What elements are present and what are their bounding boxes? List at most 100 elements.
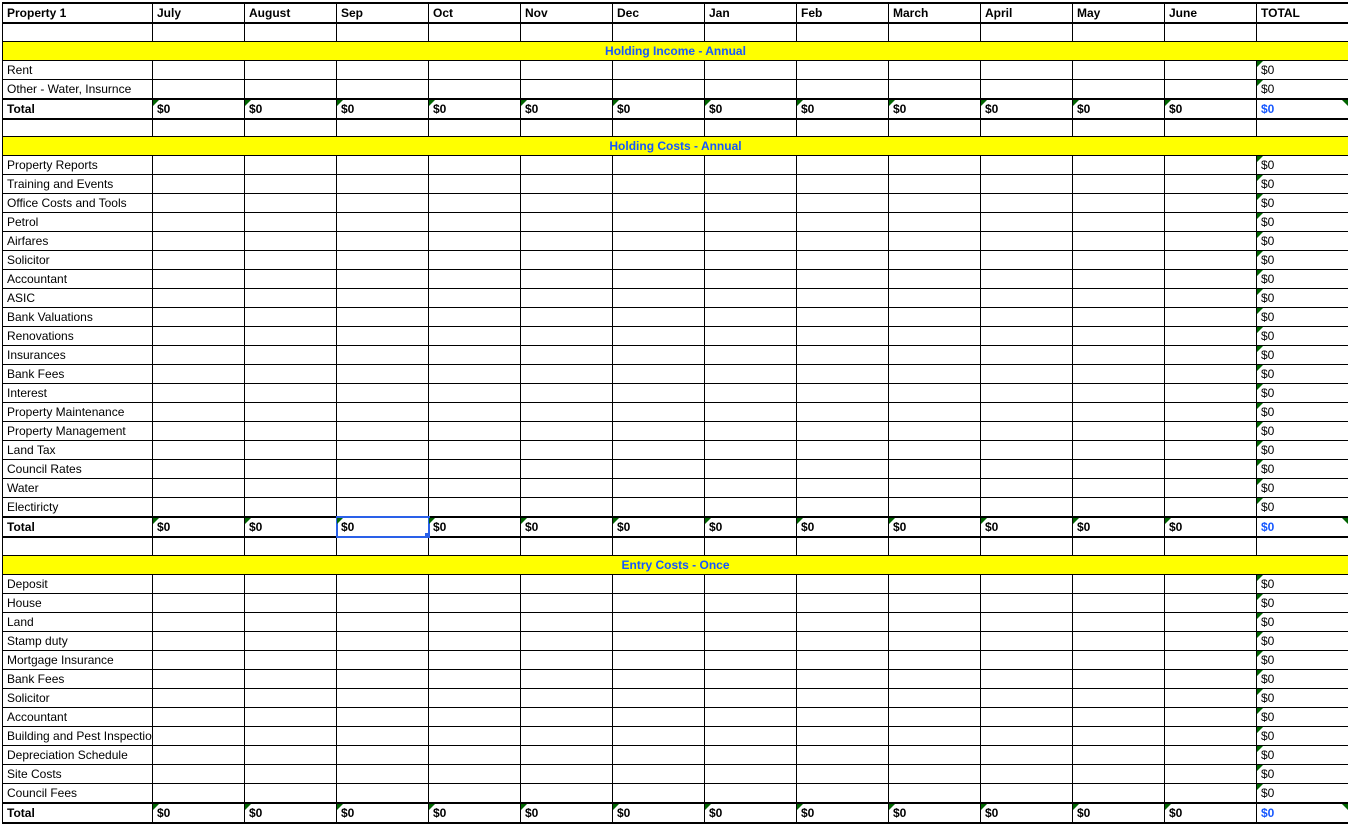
cell[interactable] xyxy=(337,650,429,669)
cell[interactable] xyxy=(1165,574,1257,593)
cell[interactable] xyxy=(337,460,429,479)
cell[interactable] xyxy=(981,403,1073,422)
cell[interactable] xyxy=(429,479,521,498)
cell[interactable] xyxy=(245,707,337,726)
cell[interactable] xyxy=(153,593,245,612)
cell[interactable] xyxy=(797,156,889,175)
cell[interactable] xyxy=(1073,593,1165,612)
cell[interactable] xyxy=(797,251,889,270)
cell[interactable] xyxy=(797,612,889,631)
total-month-cell[interactable]: $0 xyxy=(1165,99,1257,119)
cell[interactable] xyxy=(153,346,245,365)
cell[interactable] xyxy=(429,574,521,593)
cell[interactable] xyxy=(521,498,613,518)
cell[interactable] xyxy=(613,650,705,669)
cell[interactable] xyxy=(1165,764,1257,783)
cell[interactable] xyxy=(153,764,245,783)
cell[interactable] xyxy=(429,270,521,289)
cell[interactable] xyxy=(521,650,613,669)
cell[interactable] xyxy=(797,60,889,79)
total-label[interactable]: Total xyxy=(3,803,153,823)
cell[interactable] xyxy=(337,783,429,803)
total-month-cell[interactable]: $0 xyxy=(153,803,245,823)
cell[interactable] xyxy=(245,726,337,745)
month-header[interactable]: April xyxy=(981,3,1073,23)
cell[interactable] xyxy=(1073,688,1165,707)
total-month-cell[interactable]: $0 xyxy=(1073,803,1165,823)
cell[interactable] xyxy=(153,403,245,422)
cell[interactable] xyxy=(245,498,337,518)
cell[interactable] xyxy=(245,60,337,79)
cell[interactable] xyxy=(889,213,981,232)
spacer-cell[interactable] xyxy=(337,537,429,555)
total-month-cell[interactable]: $0 xyxy=(429,517,521,537)
cell[interactable] xyxy=(337,612,429,631)
row-total[interactable]: $0 xyxy=(1257,175,1348,194)
total-month-cell[interactable]: $0 xyxy=(797,517,889,537)
cell[interactable] xyxy=(797,270,889,289)
cell[interactable] xyxy=(1073,175,1165,194)
cell[interactable] xyxy=(705,593,797,612)
cell[interactable] xyxy=(245,612,337,631)
cell[interactable] xyxy=(981,156,1073,175)
cell[interactable] xyxy=(429,441,521,460)
cell[interactable] xyxy=(889,175,981,194)
cell[interactable] xyxy=(245,783,337,803)
cell[interactable] xyxy=(889,422,981,441)
total-month-cell[interactable]: $0 xyxy=(981,517,1073,537)
cell[interactable] xyxy=(1165,308,1257,327)
cell[interactable] xyxy=(153,289,245,308)
cell[interactable] xyxy=(1073,384,1165,403)
month-header[interactable]: Jan xyxy=(705,3,797,23)
cell[interactable] xyxy=(1165,745,1257,764)
row-label[interactable]: Bank Fees xyxy=(3,365,153,384)
cell[interactable] xyxy=(705,194,797,213)
cell[interactable] xyxy=(1165,60,1257,79)
cell[interactable] xyxy=(797,384,889,403)
cell[interactable] xyxy=(337,403,429,422)
cell[interactable] xyxy=(429,289,521,308)
cell[interactable] xyxy=(153,669,245,688)
cell[interactable] xyxy=(1073,574,1165,593)
total-month-cell[interactable]: $0 xyxy=(1073,517,1165,537)
cell[interactable] xyxy=(613,156,705,175)
cell[interactable] xyxy=(613,289,705,308)
row-label[interactable]: Land Tax xyxy=(3,441,153,460)
cell[interactable] xyxy=(245,574,337,593)
row-total[interactable]: $0 xyxy=(1257,669,1348,688)
row-total[interactable]: $0 xyxy=(1257,403,1348,422)
spacer-cell[interactable] xyxy=(797,119,889,137)
property-header[interactable]: Property 1 xyxy=(3,3,153,23)
cell[interactable] xyxy=(245,650,337,669)
total-month-cell[interactable]: $0 xyxy=(429,99,521,119)
month-header[interactable]: March xyxy=(889,3,981,23)
cell[interactable] xyxy=(1165,612,1257,631)
cell[interactable] xyxy=(981,688,1073,707)
row-label[interactable]: Solicitor xyxy=(3,251,153,270)
cell[interactable] xyxy=(797,479,889,498)
spacer-cell[interactable] xyxy=(613,537,705,555)
cell[interactable] xyxy=(337,726,429,745)
cell[interactable] xyxy=(429,707,521,726)
cell[interactable] xyxy=(889,707,981,726)
cell[interactable] xyxy=(613,194,705,213)
row-label[interactable]: Electiricty xyxy=(3,498,153,518)
cell[interactable] xyxy=(705,327,797,346)
cell[interactable] xyxy=(889,593,981,612)
total-month-cell[interactable]: $0 xyxy=(613,99,705,119)
row-label[interactable]: Interest xyxy=(3,384,153,403)
cell[interactable] xyxy=(245,460,337,479)
cell[interactable] xyxy=(521,289,613,308)
spacer-cell[interactable] xyxy=(889,23,981,41)
cell[interactable] xyxy=(153,213,245,232)
cell[interactable] xyxy=(245,422,337,441)
spacer-cell[interactable] xyxy=(1073,537,1165,555)
row-label[interactable]: Council Rates xyxy=(3,460,153,479)
row-total[interactable]: $0 xyxy=(1257,308,1348,327)
cell[interactable] xyxy=(245,270,337,289)
cell[interactable] xyxy=(521,688,613,707)
cell[interactable] xyxy=(889,574,981,593)
total-month-cell[interactable]: $0 xyxy=(429,803,521,823)
total-month-cell[interactable]: $0 xyxy=(245,99,337,119)
month-header[interactable]: June xyxy=(1165,3,1257,23)
